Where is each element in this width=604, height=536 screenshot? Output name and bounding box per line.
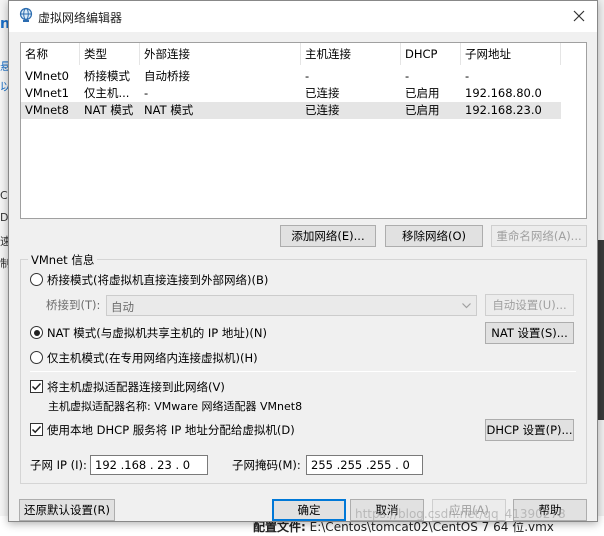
cell-type: 桥接模式 (84, 69, 130, 83)
cell-host: 已连接 (305, 86, 340, 100)
checkmark-icon (31, 382, 42, 391)
bridged-to-select[interactable]: 自动 (106, 295, 477, 316)
connect-adapter-checkbox[interactable] (30, 380, 43, 393)
subnet-ip-input[interactable]: 192 .168 . 23 . 0 (90, 455, 208, 475)
nat-settings-button[interactable]: NAT 设置(S)... (485, 322, 574, 344)
cell-external: - (144, 86, 149, 100)
cell-external: 自动桥接 (144, 69, 190, 83)
cell-type: 仅主机... (84, 86, 130, 100)
close-button[interactable] (564, 4, 594, 28)
cell-host: - (305, 69, 310, 83)
network-list[interactable]: 名称 类型 外部连接 主机连接 DHCP 子网地址 VMnet0 桥接模式 自动… (20, 42, 587, 219)
cell-name: VMnet8 (25, 103, 69, 117)
divider (30, 371, 576, 372)
column-header-host[interactable]: 主机连接 (301, 43, 401, 65)
cell-dhcp: 已启用 (405, 103, 440, 117)
virtual-network-editor-dialog: 虚拟网络编辑器 名称 类型 外部连接 主机连接 DHCP 子网地址 VMnet0… (8, 0, 598, 522)
column-header-type[interactable]: 类型 (80, 43, 140, 65)
dhcp-label[interactable]: 使用本地 DHCP 服务将 IP 地址分配给虚拟机(D) (47, 423, 295, 437)
host-only-mode-label[interactable]: 仅主机模式(在专用网络内连接虚拟机)(H) (47, 351, 258, 365)
dialog-title: 虚拟网络编辑器 (38, 11, 123, 25)
config-file-label: 配置文件: (253, 520, 306, 534)
add-network-button[interactable]: 添加网络(E)... (280, 225, 376, 247)
connect-adapter-label[interactable]: 将主机虚拟适配器连接到此网络(V) (47, 380, 225, 394)
cell-subnet: 192.168.80.0 (465, 86, 542, 100)
list-header: 名称 类型 外部连接 主机连接 DHCP 子网地址 (21, 43, 561, 65)
table-row[interactable]: VMnet0 桥接模式 自动桥接 - - - (21, 68, 561, 85)
bridged-mode-radio[interactable] (30, 273, 43, 286)
auto-settings-button[interactable]: 自动设置(U)... (485, 294, 574, 316)
cell-external: NAT 模式 (144, 103, 194, 117)
column-header-external[interactable]: 外部连接 (140, 43, 301, 65)
table-row-selected[interactable]: VMnet8 NAT 模式 NAT 模式 已连接 已启用 192.168.23.… (21, 102, 561, 119)
bridged-to-value: 自动 (111, 300, 134, 314)
dhcp-checkbox[interactable] (30, 423, 43, 436)
subnet-mask-label: 子网掩码(M): (232, 458, 301, 472)
column-header-name[interactable]: 名称 (21, 43, 80, 65)
ok-button[interactable]: 确定 (272, 499, 346, 521)
close-icon (573, 10, 585, 22)
cell-dhcp: 已启用 (405, 86, 440, 100)
restore-defaults-button[interactable]: 还原默认设置(R) (19, 499, 115, 521)
cell-subnet: 192.168.23.0 (465, 103, 542, 117)
remove-network-button[interactable]: 移除网络(O) (385, 225, 483, 247)
table-row[interactable]: VMnet1 仅主机... - 已连接 已启用 192.168.80.0 (21, 85, 561, 102)
checkmark-icon (31, 425, 42, 434)
cell-type: NAT 模式 (84, 103, 134, 117)
bridged-to-label: 桥接到(T): (46, 298, 101, 312)
nat-mode-radio[interactable] (30, 326, 43, 339)
title-bar[interactable]: 虚拟网络编辑器 (9, 1, 597, 32)
vmnet-info-title: VMnet 信息 (28, 252, 98, 268)
dhcp-settings-button[interactable]: DHCP 设置(P)... (485, 419, 574, 441)
host-only-mode-radio[interactable] (30, 351, 43, 364)
bridged-mode-label[interactable]: 桥接模式(将虚拟机直接连接到外部网络)(B) (47, 273, 268, 287)
cell-dhcp: - (405, 69, 410, 83)
background-window-right-edge (597, 0, 604, 536)
column-header-subnet[interactable]: 子网地址 (461, 43, 561, 65)
cell-host: 已连接 (305, 103, 340, 117)
column-header-dhcp[interactable]: DHCP (401, 43, 461, 65)
chevron-down-icon (462, 303, 471, 309)
config-file-path: E:\Centos\tomcat02\CentOS 7 64 位.vmx (309, 520, 554, 534)
subnet-mask-input[interactable]: 255 .255 .255 . 0 (306, 455, 423, 475)
background-char: C (0, 189, 8, 202)
adapter-name-label: 主机虚拟适配器名称: VMware 网络适配器 VMnet8 (48, 400, 303, 413)
cell-name: VMnet0 (25, 69, 69, 83)
watermark: https://blog.csdn.net/qq_41390278 (355, 507, 566, 521)
cell-name: VMnet1 (25, 86, 69, 100)
nat-mode-label[interactable]: NAT 模式(与虚拟机共享主机的 IP 地址)(N) (47, 326, 267, 340)
cell-subnet: - (465, 69, 470, 83)
rename-network-button[interactable]: 重命名网络(A)... (491, 225, 587, 247)
network-globe-icon (18, 7, 34, 23)
subnet-ip-label: 子网 IP (I): (30, 458, 87, 472)
